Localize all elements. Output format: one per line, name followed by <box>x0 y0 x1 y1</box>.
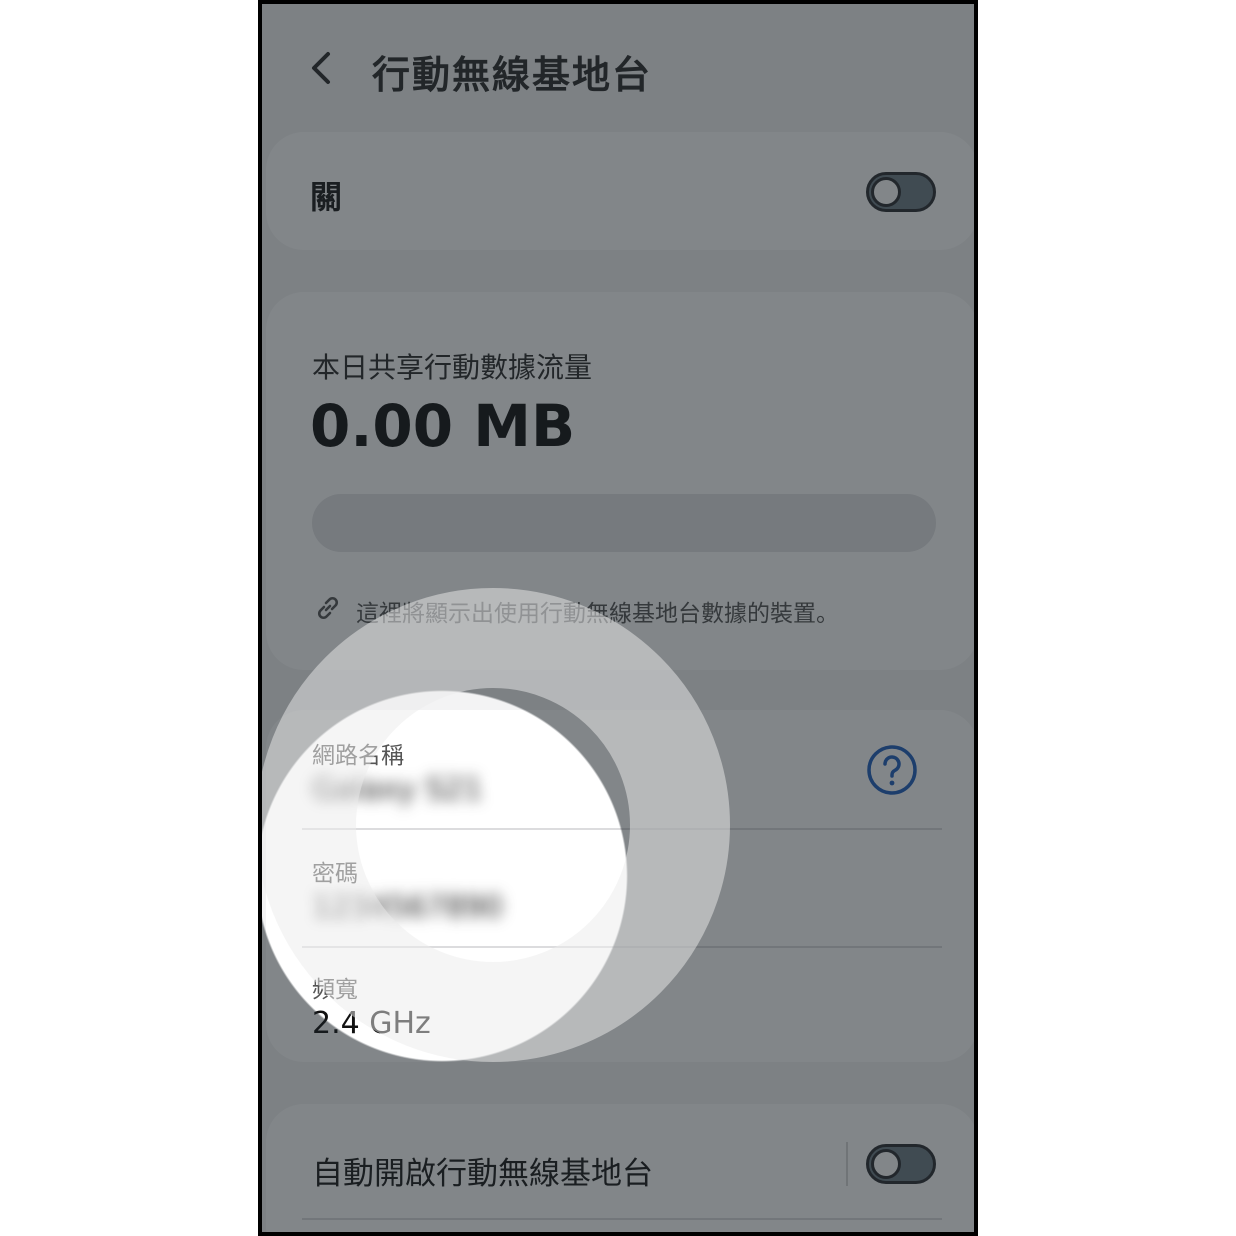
back-icon[interactable] <box>304 48 340 88</box>
help-icon[interactable] <box>866 744 918 796</box>
switch-knob <box>871 1149 901 1179</box>
divider <box>302 1218 942 1220</box>
password-label: 密碼 <box>312 861 358 887</box>
divider <box>302 946 942 948</box>
usage-progress-bar <box>312 494 936 552</box>
vertical-separator <box>846 1142 848 1186</box>
network-name-label: 網路名稱 <box>312 743 404 769</box>
network-details-card: 網路名稱 Galaxy S21 密碼 1234567890 頻寬 2.4 GHz <box>266 710 974 1062</box>
link-icon <box>317 596 339 620</box>
hotspot-switch[interactable] <box>866 172 936 212</box>
auto-hotspot-card[interactable]: 自動開啟行動無線基地台 <box>266 1104 974 1232</box>
band-value[interactable]: 2.4 GHz <box>312 1006 431 1041</box>
hotspot-state-label: 關 <box>310 178 343 216</box>
usage-label: 本日共享行動數據流量 <box>312 351 593 384</box>
top-app-bar: 行動無線基地台 <box>262 4 974 124</box>
page-title: 行動無線基地台 <box>372 53 653 97</box>
connected-devices-note: 這裡將顯示出使用行動無線基地台數據的裝置。 <box>356 601 839 627</box>
phone-frame: 行動無線基地台 關 本日共享行動數據流量 0.00 MB 這裡將顯示出使用行動無… <box>258 0 978 1236</box>
divider <box>302 828 942 830</box>
switch-knob <box>871 177 901 207</box>
password-value[interactable]: 1234567890 <box>312 890 503 925</box>
hotspot-toggle-card[interactable]: 關 <box>266 132 974 250</box>
network-name-value[interactable]: Galaxy S21 <box>312 772 483 807</box>
band-label: 頻寬 <box>312 977 358 1003</box>
auto-hotspot-label: 自動開啟行動無線基地台 <box>312 1156 653 1192</box>
usage-value: 0.00 MB <box>310 392 576 460</box>
auto-hotspot-switch[interactable] <box>866 1144 936 1184</box>
screen: 行動無線基地台 關 本日共享行動數據流量 0.00 MB 這裡將顯示出使用行動無… <box>262 4 974 1232</box>
data-usage-card: 本日共享行動數據流量 0.00 MB 這裡將顯示出使用行動無線基地台數據的裝置。 <box>266 292 974 670</box>
